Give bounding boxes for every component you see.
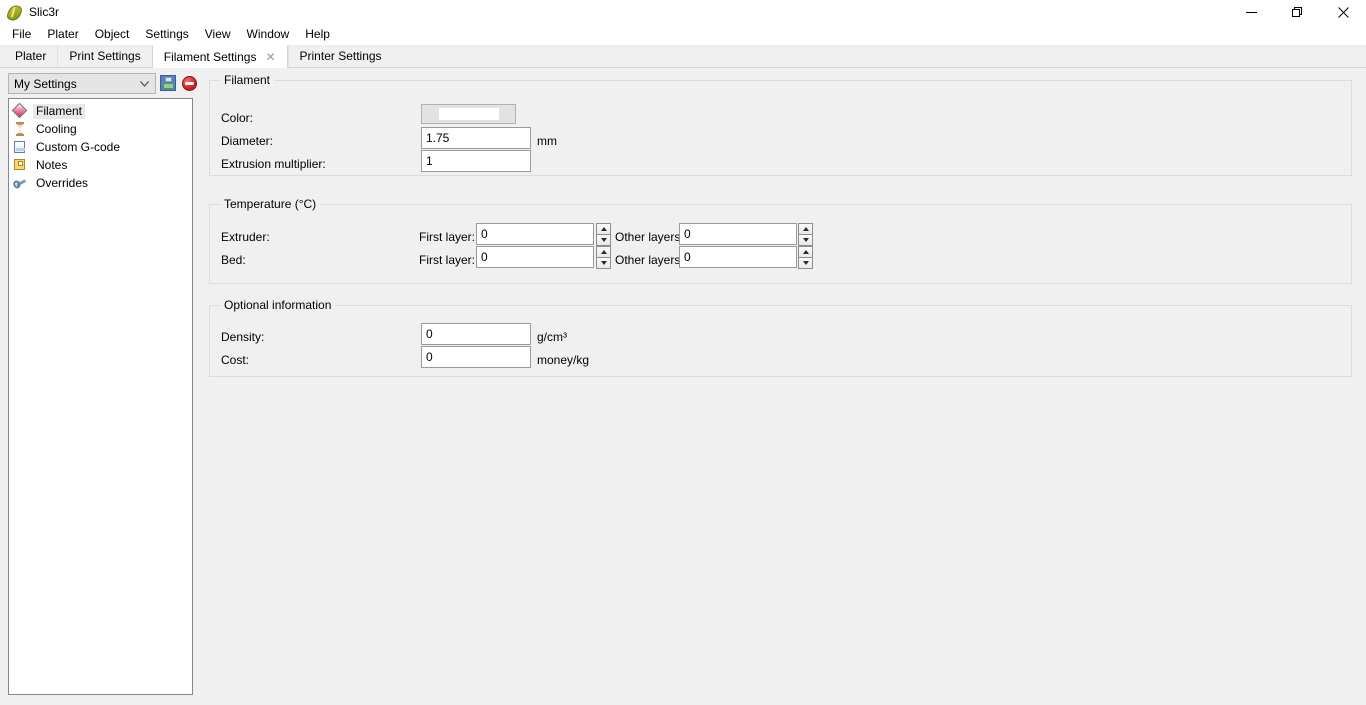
delete-preset-icon	[182, 75, 197, 91]
tab-print-settings[interactable]: Print Settings	[57, 45, 152, 67]
group-title: Filament	[220, 73, 275, 87]
page-icon	[12, 139, 28, 155]
tab-label: Printer Settings	[299, 49, 382, 63]
sidebar-item-cooling[interactable]: Cooling	[9, 120, 192, 138]
bed-other-layers-input[interactable]: 0	[679, 246, 797, 268]
color-swatch	[438, 108, 499, 120]
cost-label: Cost:	[221, 353, 250, 367]
menu-item-plater[interactable]: Plater	[39, 25, 86, 44]
sidebar: My Settings Filament Cooling Custom G-co…	[0, 68, 200, 705]
hourglass-icon	[12, 121, 28, 137]
extruder-first-layer-label: First layer:	[419, 230, 476, 244]
delete-preset-button[interactable]	[182, 75, 200, 93]
sidebar-item-label: Filament	[33, 103, 86, 119]
bed-other-layers-label: Other layers:	[615, 253, 684, 267]
wrench-icon	[11, 175, 28, 191]
cost-input[interactable]: 0	[421, 346, 531, 368]
save-preset-button[interactable]	[160, 74, 178, 93]
group-title: Optional information	[220, 298, 336, 312]
tab-plater[interactable]: Plater	[4, 45, 58, 67]
extruder-other-layers-input[interactable]: 0	[679, 223, 797, 245]
preset-select[interactable]: My Settings	[8, 73, 156, 94]
filament-group: Filament Color: Diameter: 1.75 mm Extrus…	[209, 73, 1352, 176]
tab-label: Print Settings	[69, 49, 141, 63]
extrusion-multiplier-label: Extrusion multiplier:	[221, 157, 326, 171]
menu-item-view[interactable]: View	[197, 25, 239, 44]
filament-color-button[interactable]	[421, 104, 516, 124]
slic3r-leaf-icon	[5, 3, 24, 23]
cost-unit: money/kg	[537, 353, 590, 367]
extruder-other-layers-label: Other layers:	[615, 230, 684, 244]
floppy-save-icon	[160, 74, 176, 91]
preset-toolbar: My Settings	[8, 73, 200, 94]
diameter-input[interactable]: 1.75	[421, 127, 531, 149]
menu-item-window[interactable]: Window	[239, 25, 298, 44]
diameter-label: Diameter:	[221, 134, 274, 148]
sidebar-item-label: Custom G-code	[36, 139, 121, 154]
group-title: Temperature (°C)	[220, 197, 321, 211]
window-controls	[1228, 0, 1366, 24]
close-icon[interactable]	[1320, 0, 1366, 24]
minimize-icon[interactable]	[1228, 0, 1274, 24]
spinner-down-icon[interactable]	[798, 234, 813, 246]
sidebar-item-filament[interactable]: Filament	[9, 102, 192, 120]
main-content: My Settings Filament Cooling Custom G-co…	[0, 68, 1366, 705]
menu-item-object[interactable]: Object	[87, 25, 138, 44]
density-unit: g/cm³	[537, 330, 567, 344]
spinner-down-icon[interactable]	[596, 234, 611, 246]
color-label: Color:	[221, 111, 254, 125]
spinner-down-icon[interactable]	[596, 257, 611, 269]
preset-select-value: My Settings	[14, 76, 77, 91]
tab-label: Filament Settings	[163, 50, 257, 64]
optional-information-group: Optional information Density: 0 g/cm³ Co…	[209, 298, 1352, 377]
density-input[interactable]: 0	[421, 323, 531, 345]
title-bar: Slic3r	[0, 0, 1366, 24]
sidebar-item-notes[interactable]: Notes	[9, 156, 192, 174]
sidebar-item-overrides[interactable]: Overrides	[9, 174, 192, 192]
bed-first-layer-input[interactable]: 0	[476, 246, 594, 268]
extruder-first-layer-spinner[interactable]	[596, 223, 611, 246]
extrusion-multiplier-input[interactable]: 1	[421, 150, 531, 172]
settings-tree[interactable]: Filament Cooling Custom G-code Notes Ove…	[8, 98, 193, 695]
filament-icon	[11, 102, 28, 119]
settings-panel: Filament Color: Diameter: 1.75 mm Extrus…	[200, 68, 1366, 705]
extruder-other-layers-spinner[interactable]	[798, 223, 813, 246]
menu-item-file[interactable]: File	[4, 25, 39, 44]
menu-item-settings[interactable]: Settings	[137, 25, 196, 44]
bed-first-layer-spinner[interactable]	[596, 246, 611, 269]
chevron-down-icon	[140, 74, 149, 93]
temperature-group: Temperature (°C) Extruder: First layer: …	[209, 197, 1352, 284]
note-icon	[12, 157, 28, 173]
menu-item-help[interactable]: Help	[297, 25, 338, 44]
density-label: Density:	[221, 330, 265, 344]
bed-other-layers-spinner[interactable]	[798, 246, 813, 269]
extruder-first-layer-input[interactable]: 0	[476, 223, 594, 245]
diameter-unit: mm	[537, 134, 557, 148]
sidebar-item-label: Notes	[36, 157, 68, 172]
window-title: Slic3r	[29, 5, 60, 19]
bed-first-layer-label: First layer:	[419, 253, 476, 267]
bed-label: Bed:	[221, 253, 246, 267]
sidebar-item-label: Overrides	[36, 175, 89, 190]
spinner-down-icon[interactable]	[798, 257, 813, 269]
tab-label: Plater	[15, 49, 47, 63]
tab-bar: Plater Print Settings Filament Settings …	[0, 45, 1366, 68]
extruder-label: Extruder:	[221, 230, 270, 244]
tab-filament-settings[interactable]: Filament Settings ✕	[151, 45, 288, 68]
restore-icon[interactable]	[1274, 0, 1320, 24]
sidebar-item-custom-gcode[interactable]: Custom G-code	[9, 138, 192, 156]
menu-bar: File Plater Object Settings View Window …	[0, 24, 1366, 45]
sidebar-item-label: Cooling	[36, 121, 77, 136]
tab-printer-settings[interactable]: Printer Settings	[287, 45, 393, 67]
tab-close-icon[interactable]: ✕	[265, 51, 275, 63]
